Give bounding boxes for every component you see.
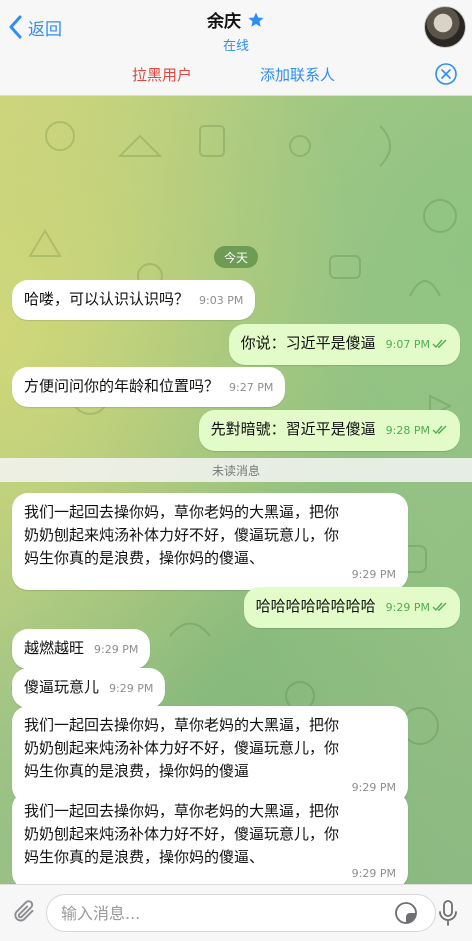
chat-header[interactable]: 余庆 在线 [0,7,472,54]
message-time: 9:28 PM [385,424,430,437]
message-line: 我们一起回去操你妈，草你老妈的大黑逼，把你 [24,503,340,521]
message-incoming[interactable]: 方便问问你的年龄和位置吗？ 9:27 PM [12,367,286,407]
double-check-icon [432,334,448,357]
contact-name: 余庆 [207,12,241,32]
message-line: 妈生你真的是浪费，操你妈的傻逼 [24,762,250,780]
chat-area[interactable]: 今天 哈喽，可以认识认识吗？ 9:03 PM 你说：习近平是傻逼 9:07 PM… [0,96,472,884]
message-outgoing[interactable]: 你说：习近平是傻逼 9:07 PM [228,324,460,365]
composer-bar [0,884,472,941]
message-text: 你说：习近平是傻逼 [240,334,376,352]
top-bar: 返回 余庆 在线 [0,0,472,54]
sticker-icon[interactable] [394,901,418,929]
message-text: 方便问问你的年龄和位置吗？ [24,377,220,395]
message-text: 哈喽，可以认识认识吗？ [24,290,190,308]
message-incoming[interactable]: 哈喽，可以认识认识吗？ 9:03 PM [12,280,256,320]
star-icon [247,11,265,29]
add-contact-button[interactable]: 添加联系人 [260,64,335,85]
message-incoming[interactable]: 我们一起回去操你妈，草你老妈的大黑逼，把你 奶奶刨起来炖汤补体力好不好，傻逼玩意… [12,706,408,803]
message-line: 我们一起回去操你妈，草你老妈的大黑逼，把你 [24,802,340,820]
message-line: 妈生你真的是浪费，操你妈的傻逼、 [24,549,265,567]
message-time: 9:07 PM [385,338,430,351]
message-time: 9:29 PM [351,568,396,581]
message-line: 妈生你真的是浪费，操你妈的傻逼、 [24,848,265,866]
message-text: 傻逼玩意儿 [24,678,100,696]
avatar[interactable] [424,6,466,48]
message-line: 我们一起回去操你妈，草你老妈的大黑逼，把你 [24,716,340,734]
message-line: 奶奶刨起来炖汤补体力好不好，傻逼玩意儿，你 [24,526,340,544]
message-time: 9:29 PM [109,682,154,695]
message-text: 哈哈哈哈哈哈哈哈 [255,597,376,615]
message-incoming[interactable]: 傻逼玩意儿 9:29 PM [12,668,166,708]
message-time: 9:29 PM [351,867,396,880]
message-text: 先對暗號：習近平是傻逼 [210,420,376,438]
unread-separator: 未读消息 [0,458,472,482]
double-check-icon [432,420,448,443]
message-incoming[interactable]: 我们一起回去操你妈，草你老妈的大黑逼，把你 奶奶刨起来炖汤补体力好不好，傻逼玩意… [12,493,408,590]
close-icon[interactable] [434,62,458,86]
message-outgoing[interactable]: 哈哈哈哈哈哈哈哈 9:29 PM [243,587,460,628]
paperclip-icon[interactable] [12,899,38,931]
message-time: 9:29 PM [385,601,430,614]
action-bar: 拉黑用户 添加联系人 [0,52,472,96]
message-line: 奶奶刨起来炖汤补体力好不好，傻逼玩意儿，你 [24,825,340,843]
message-line: 奶奶刨起来炖汤补体力好不好，傻逼玩意儿，你 [24,739,340,757]
message-incoming[interactable]: 越燃越旺 9:29 PM [12,629,151,669]
message-outgoing[interactable]: 先對暗號：習近平是傻逼 9:28 PM [198,410,460,451]
message-incoming[interactable]: 我们一起回去操你妈，草你老妈的大黑逼，把你 奶奶刨起来炖汤补体力好不好，傻逼玩意… [12,792,408,884]
message-input[interactable] [46,894,436,932]
message-time: 9:03 PM [199,294,244,307]
date-separator: 今天 [214,246,259,268]
message-time: 9:29 PM [94,643,139,656]
microphone-icon[interactable] [438,899,458,931]
message-time: 9:27 PM [229,381,274,394]
message-text: 越燃越旺 [24,639,85,657]
block-user-button[interactable]: 拉黑用户 [132,64,192,85]
double-check-icon [432,597,448,620]
